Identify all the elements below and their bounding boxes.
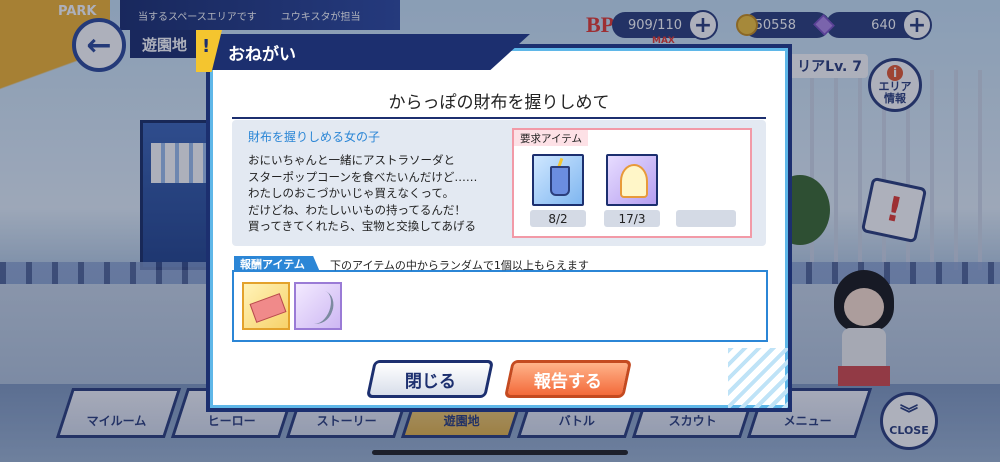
reward-label: 報酬アイテム bbox=[234, 256, 320, 272]
dialog-header: おねがい bbox=[200, 34, 530, 70]
report-button[interactable]: 報告する bbox=[503, 360, 633, 398]
quest-title: からっぽの財布を握りしめて bbox=[232, 88, 766, 119]
dialog-title: おねがい bbox=[228, 45, 296, 65]
close-button-label: 閉じる bbox=[404, 371, 456, 392]
close-button[interactable]: 閉じる bbox=[365, 360, 495, 398]
ticket-item-icon[interactable] bbox=[242, 282, 290, 330]
cup-shape bbox=[550, 166, 570, 196]
report-button-label: 報告する bbox=[534, 371, 602, 392]
requester-name: 財布を握りしめる女の子 bbox=[248, 130, 381, 144]
reward-note: 下のアイテムの中からランダムで1個以上もらえます bbox=[330, 259, 589, 272]
empty-count-slot bbox=[676, 210, 736, 227]
popcorn-item-icon[interactable] bbox=[606, 154, 658, 206]
soda-count: 8/2 bbox=[530, 210, 586, 227]
required-items-label: 要求アイテム bbox=[514, 130, 588, 146]
request-message: おにいちゃんと一緒にアストラソーダと スターポップコーンを食べたいんだけど…… … bbox=[248, 153, 478, 233]
popcorn-count: 17/3 bbox=[604, 210, 660, 227]
soda-item-icon[interactable] bbox=[532, 154, 584, 206]
bow-item-icon[interactable] bbox=[294, 282, 342, 330]
popcorn-shape bbox=[620, 164, 648, 198]
